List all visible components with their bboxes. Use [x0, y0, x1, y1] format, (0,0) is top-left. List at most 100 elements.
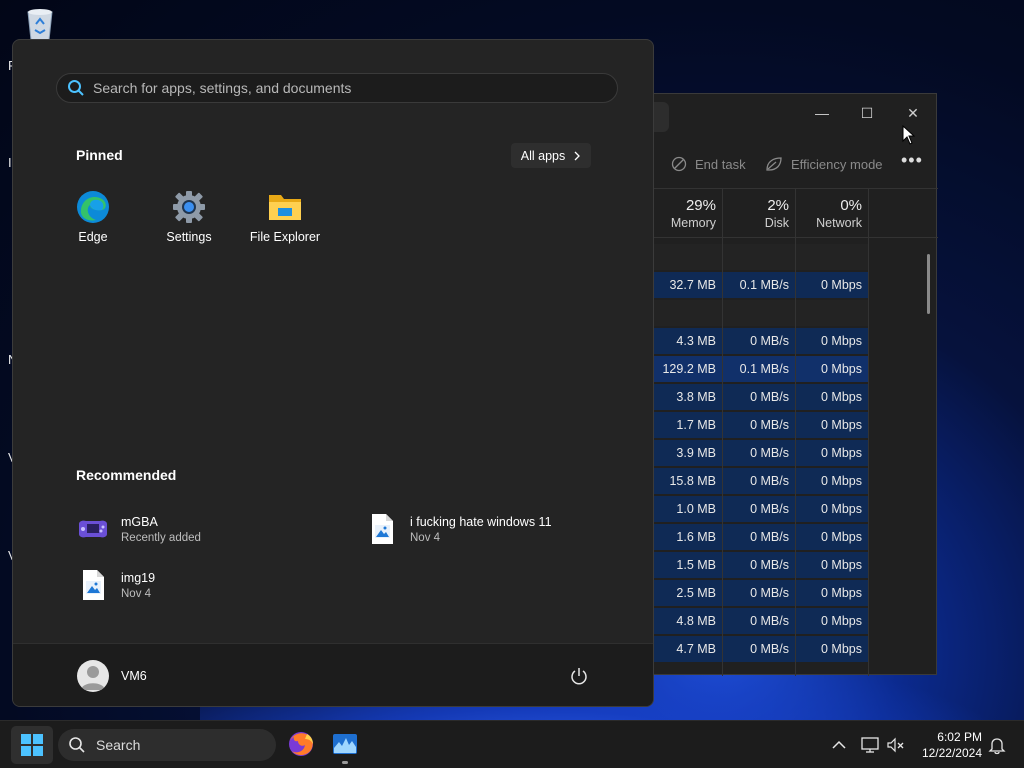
tm-command-bar: End task Efficiency mode ••• — [653, 140, 936, 188]
process-row[interactable]: 4.3 MB 0 MB/s 0 Mbps — [653, 328, 868, 354]
memory-cell: 1.6 MB — [676, 530, 716, 544]
disk-cell: 0 MB/s — [750, 502, 789, 516]
recommended-heading: Recommended — [76, 467, 177, 483]
process-row[interactable]: 129.2 MB 0.1 MB/s 0 Mbps — [653, 356, 868, 382]
memory-cell: 4.7 MB — [676, 642, 716, 656]
efficiency-mode-button[interactable]: Efficiency mode — [765, 156, 883, 172]
process-row[interactable]: 4.8 MB 0 MB/s 0 Mbps — [653, 608, 868, 634]
process-row[interactable]: 1.0 MB 0 MB/s 0 Mbps — [653, 496, 868, 522]
process-row[interactable]: 2.5 MB 0 MB/s 0 Mbps — [653, 580, 868, 606]
recommended-item-subtitle: Nov 4 — [121, 587, 152, 600]
search-icon — [69, 737, 85, 753]
maximize-button[interactable]: ☐ — [852, 100, 882, 126]
memory-cell: 3.9 MB — [676, 446, 716, 460]
folder-icon — [268, 190, 302, 224]
clock-date: 12/22/2024 — [921, 746, 982, 760]
close-button[interactable]: ✕ — [898, 100, 928, 126]
network-cell: 0 Mbps — [821, 362, 862, 376]
column-divider — [722, 188, 723, 676]
network-icon[interactable] — [860, 735, 880, 755]
memory-cell: 1.0 MB — [676, 502, 716, 516]
network-cell: 0 Mbps — [821, 558, 862, 572]
taskbar-search-box[interactable]: Search — [58, 729, 276, 761]
recommended-item-name: img19 — [121, 570, 156, 585]
gameboy-advance-icon — [77, 513, 109, 545]
memory-cell — [653, 300, 722, 326]
network-percent: 0% — [840, 197, 862, 214]
volume-muted-icon[interactable] — [886, 735, 906, 755]
start-search-input[interactable] — [93, 80, 593, 96]
recommended-item-mgba[interactable]: mGBA Recently added — [77, 513, 201, 545]
image-file-icon — [366, 513, 398, 545]
network-cell: 0 Mbps — [821, 614, 862, 628]
disk-cell: 0 MB/s — [750, 390, 789, 404]
process-row[interactable]: 3.8 MB 0 MB/s 0 Mbps — [653, 384, 868, 410]
pinned-app-settings[interactable]: Settings — [144, 190, 234, 244]
end-task-label: End task — [695, 156, 746, 172]
pinned-app-edge[interactable]: Edge — [48, 190, 138, 244]
minimize-button[interactable]: — — [807, 100, 837, 126]
recommended-item-subtitle: Nov 4 — [410, 531, 441, 544]
disk-cell: 0 MB/s — [750, 474, 789, 488]
user-avatar[interactable] — [77, 660, 109, 692]
recommended-item-file[interactable]: i fucking hate windows 11 Nov 4 — [366, 513, 552, 545]
memory-cell: 32.7 MB — [669, 278, 716, 292]
memory-label: Memory — [670, 216, 716, 230]
leaf-icon — [766, 157, 782, 171]
network-cell — [796, 300, 868, 326]
taskbar-search-label: Search — [96, 737, 141, 753]
block-icon — [671, 156, 687, 172]
process-row[interactable]: 15.8 MB 0 MB/s 0 Mbps — [653, 468, 868, 494]
user-name[interactable]: VM6 — [121, 669, 147, 683]
network-cell: 0 Mbps — [821, 474, 862, 488]
tm-titlebar[interactable]: — ☐ ✕ — [653, 94, 936, 140]
network-cell: 0 Mbps — [821, 502, 862, 516]
firefox-icon[interactable] — [287, 730, 315, 758]
disk-cell: 0 MB/s — [750, 614, 789, 628]
process-row[interactable] — [653, 300, 868, 326]
memory-cell: 129.2 MB — [662, 362, 716, 376]
process-row[interactable]: 1.7 MB 0 MB/s 0 Mbps — [653, 412, 868, 438]
start-button[interactable] — [11, 726, 53, 764]
pinned-app-label: Settings — [166, 230, 212, 244]
task-manager-icon[interactable] — [331, 730, 359, 758]
process-row[interactable]: 4.7 MB 0 MB/s 0 Mbps — [653, 636, 868, 662]
process-row[interactable]: 1.5 MB 0 MB/s 0 Mbps — [653, 552, 868, 578]
network-cell: 0 Mbps — [821, 390, 862, 404]
end-task-button[interactable]: End task — [671, 156, 746, 172]
network-column-header[interactable]: 0% Network — [796, 189, 868, 239]
pinned-app-file-explorer[interactable]: File Explorer — [240, 190, 330, 244]
windows-logo-icon — [21, 734, 43, 756]
scrollbar-thumb[interactable] — [927, 254, 930, 314]
memory-cell: 15.8 MB — [669, 474, 716, 488]
memory-percent: 29% — [685, 197, 716, 214]
chevron-up-icon[interactable] — [829, 735, 849, 755]
process-row[interactable]: 3.9 MB 0 MB/s 0 Mbps — [653, 440, 868, 466]
network-label: Network — [816, 216, 862, 230]
memory-column-header[interactable]: 29% Memory — [653, 189, 722, 239]
disk-cell: 0 MB/s — [750, 446, 789, 460]
more-options-button[interactable]: ••• — [901, 150, 923, 171]
recycle-bin-icon[interactable] — [22, 8, 58, 41]
network-cell — [796, 244, 868, 270]
disk-percent: 2% — [767, 197, 789, 214]
disk-cell: 0 MB/s — [750, 642, 789, 656]
all-apps-button[interactable]: All apps — [511, 143, 591, 168]
disk-cell: 0.1 MB/s — [739, 362, 789, 376]
column-divider — [795, 188, 796, 676]
taskbar-clock[interactable]: 6:02 PM 12/22/2024 — [912, 729, 982, 761]
power-button[interactable] — [569, 666, 589, 686]
tm-search-box[interactable] — [653, 102, 669, 132]
process-row[interactable]: 32.7 MB 0.1 MB/s 0 Mbps — [653, 272, 868, 298]
memory-cell: 3.8 MB — [676, 390, 716, 404]
process-row[interactable] — [653, 244, 868, 270]
recommended-item-img19[interactable]: img19 Nov 4 — [77, 569, 155, 601]
memory-cell: 4.8 MB — [676, 614, 716, 628]
disk-column-header[interactable]: 2% Disk — [723, 189, 795, 239]
disk-label: Disk — [764, 216, 789, 230]
start-search-box[interactable] — [56, 73, 618, 103]
clock-time: 6:02 PM — [937, 730, 982, 744]
disk-cell: 0 MB/s — [750, 418, 789, 432]
process-row[interactable]: 1.6 MB 0 MB/s 0 Mbps — [653, 524, 868, 550]
notification-bell-icon[interactable] — [987, 735, 1007, 755]
